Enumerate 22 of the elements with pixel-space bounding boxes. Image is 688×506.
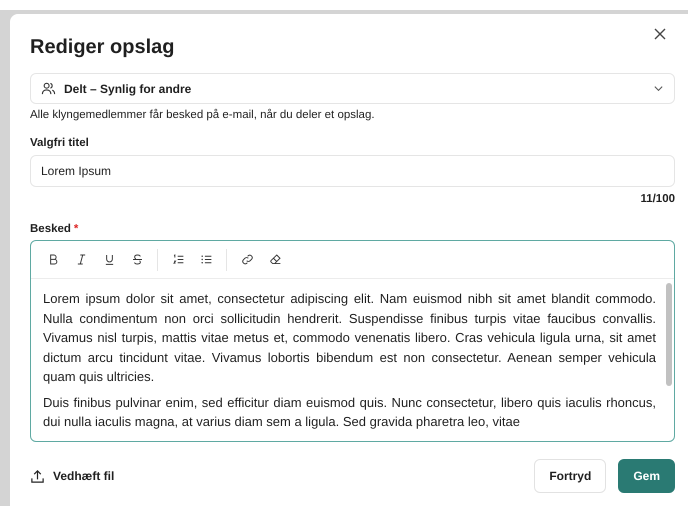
- eraser-icon[interactable]: [268, 253, 282, 266]
- close-icon[interactable]: [652, 26, 668, 42]
- cancel-button[interactable]: Fortryd: [534, 459, 606, 493]
- helper-text: Alle klyngemedlemmer får besked på e-mail, når du deler et opslag.: [30, 108, 375, 123]
- rich-text-editor[interactable]: [30, 240, 675, 442]
- link-icon[interactable]: [240, 253, 254, 266]
- strikethrough-icon[interactable]: [130, 253, 144, 266]
- save-button[interactable]: Gem: [618, 459, 675, 493]
- upload-icon: [30, 468, 45, 484]
- field-label: Besked: [30, 222, 71, 237]
- character-counter: 11/100: [640, 192, 675, 207]
- message-paragraph: Duis finibus pulvinar enim, sed efficitur diam euismod quis. Nunc consectetur, libero quis iaculis rhoncus, dui nulla iaculis magna, at varius diam sem a ligula. Sed gravida pharetra leo, vitae: [43, 394, 656, 431]
- bullet-list-icon[interactable]: [200, 253, 212, 266]
- field-label: Valgfri titel: [30, 136, 89, 151]
- message-paragraph: Lorem ipsum dolor sit amet, consectetur adipiscing elit. Nam euismod nibh sit amet blandit commodo. Nulla condimentum non orci sollicitudin hendrerit. Suspendisse finibus turpis vitae faucibus convallis. Vivamus nisl turpis, mattis vitae metus et, commodo venenatis libero. Cras vehicula ligula urna, sit amet dictum arcu tincidunt vitae. Vivamus lobortis bibendum est non consectetur. Aenean semper vehicula quam quis ultricies.: [43, 290, 656, 386]
- visibility-select[interactable]: Delt – Synlig for andre: [30, 73, 675, 104]
- numbered-list-icon[interactable]: [172, 253, 184, 266]
- required-mark: *: [74, 222, 78, 237]
- title-input-field[interactable]: Lorem Ipsum: [30, 155, 675, 187]
- attach-file-button[interactable]: Vedhæft fil: [30, 467, 114, 485]
- users-icon: [41, 81, 56, 96]
- dialog-title: Rediger opslag: [30, 35, 174, 60]
